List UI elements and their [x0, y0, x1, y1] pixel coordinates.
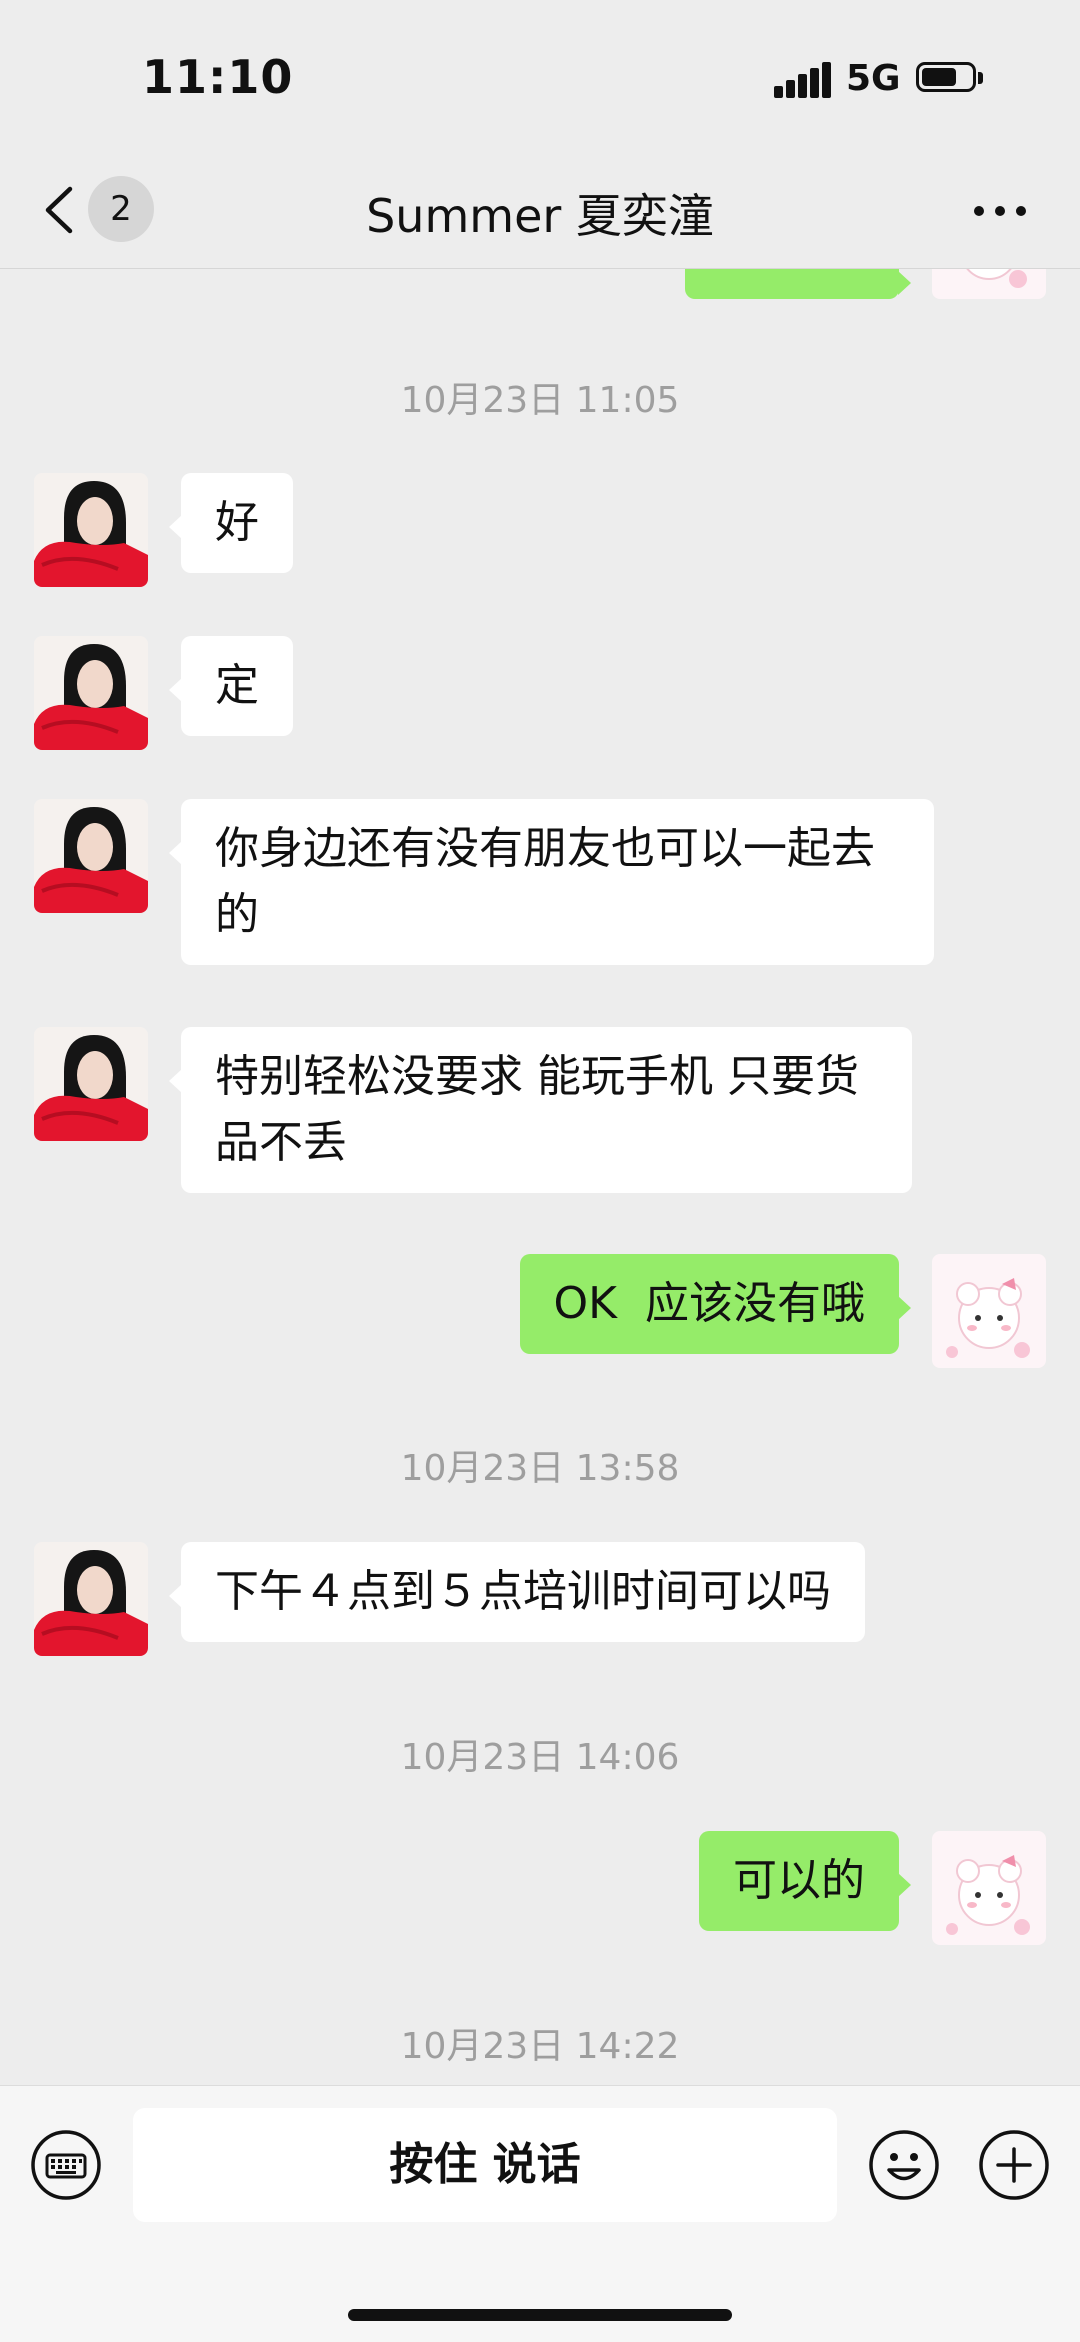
timestamp: 10月23日 13:58 — [400, 1448, 680, 1489]
avatar-contact[interactable] — [34, 799, 148, 913]
status-bar: 11:10 5G — [0, 0, 1080, 150]
signal-bars-icon — [774, 62, 831, 98]
timestamp: 10月23日 14:22 — [400, 2026, 680, 2067]
contact-avatar-icon — [34, 799, 148, 913]
timestamp: 10月23日 11:05 — [400, 380, 680, 421]
avatar-contact[interactable] — [34, 1027, 148, 1141]
home-indicator[interactable] — [348, 2309, 732, 2321]
chat-header: 2 Summer 夏奕潼 — [0, 150, 1080, 269]
emoji-icon — [869, 2130, 939, 2200]
avatar-self[interactable] — [932, 1254, 1046, 1368]
hold-to-talk-button[interactable]: 按住 说话 — [133, 2108, 837, 2222]
contact-avatar-icon — [34, 473, 148, 587]
bear-avatar-icon — [932, 1254, 1046, 1368]
keyboard-button[interactable] — [30, 2129, 102, 2201]
timestamp: 10月23日 14:06 — [400, 1737, 680, 1778]
received-bubble[interactable]: 你身边还有没有朋友也可以一起去的 — [169, 799, 934, 965]
plus-icon — [979, 2130, 1049, 2200]
received-bubble[interactable]: 定 — [169, 636, 293, 736]
avatar-contact[interactable] — [34, 473, 148, 587]
keyboard-icon — [31, 2130, 101, 2200]
sent-bubble[interactable]: 可以的 — [699, 1831, 911, 1931]
input-bar: 按住 说话 — [0, 2085, 1080, 2342]
avatar-self[interactable] — [932, 1831, 1046, 1945]
chat-title: Summer 夏奕潼 — [366, 189, 714, 243]
emoji-button[interactable] — [868, 2129, 940, 2201]
more-functions-button[interactable] — [978, 2129, 1050, 2201]
avatar-contact[interactable] — [34, 636, 148, 750]
more-dots-icon[interactable] — [970, 190, 1030, 230]
contact-avatar-icon — [34, 636, 148, 750]
bear-avatar-icon — [932, 1831, 1046, 1945]
battery-icon — [916, 62, 984, 96]
contact-avatar-icon — [34, 1027, 148, 1141]
network-type: 5G — [846, 58, 901, 99]
received-bubble[interactable]: 好 — [169, 473, 293, 573]
avatar-contact[interactable] — [34, 1542, 148, 1656]
previous-message-fragment — [0, 269, 1080, 309]
received-bubble[interactable]: 下午４点到５点培训时间可以吗 — [169, 1542, 865, 1642]
sent-bubble-fragment[interactable] — [685, 269, 911, 299]
message-list[interactable]: 10月23日 11:05 好 定 你身边还有没有朋友也可以一起去的 特别轻松没要… — [0, 269, 1080, 2085]
bear-avatar-icon — [932, 269, 1046, 299]
sent-bubble[interactable]: OK 应该没有哦 — [519, 1254, 912, 1354]
contact-avatar-icon — [34, 1542, 148, 1656]
status-time: 11:10 — [142, 50, 294, 104]
avatar-self[interactable] — [932, 269, 1046, 299]
received-bubble[interactable]: 特别轻松没要求 能玩手机 只要货品不丢 — [169, 1027, 912, 1193]
